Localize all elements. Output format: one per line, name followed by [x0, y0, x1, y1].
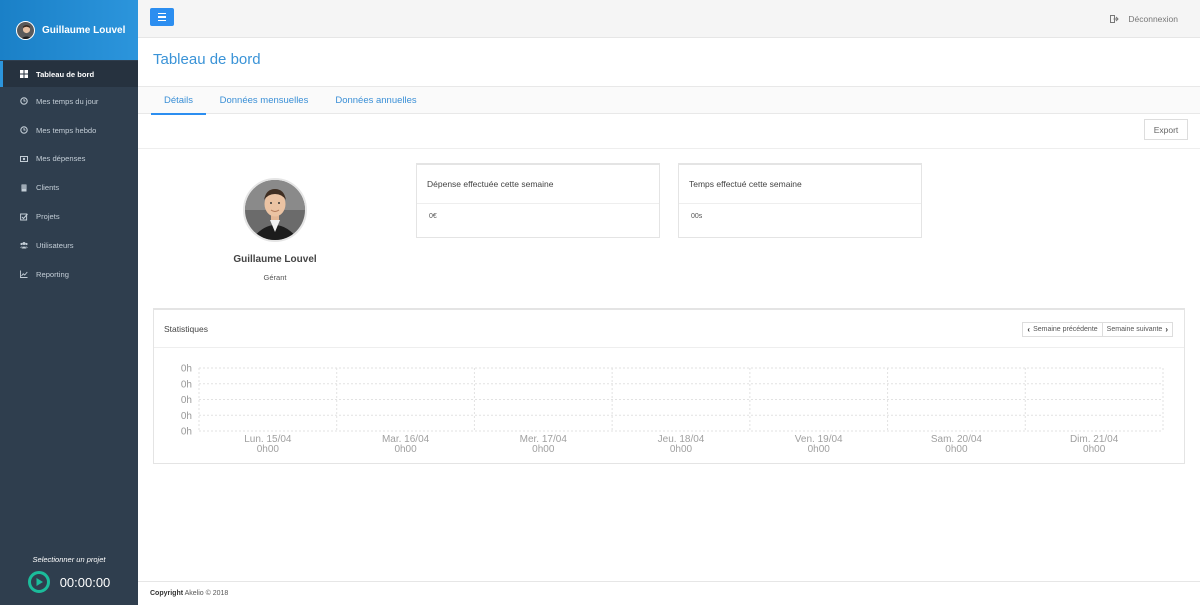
statistics-header: Statistiques ‹ Semaine précédente Semain…: [154, 310, 1184, 348]
dashboard-icon: [20, 70, 28, 78]
hamburger-icon: [158, 16, 166, 18]
sidebar-timer-panel: Selectionner un projet 00:00:00: [0, 555, 138, 593]
profile-name: Guillaume Louvel: [233, 254, 317, 265]
card-title: Temps effectué cette semaine: [679, 165, 921, 204]
previous-week-label: Semaine précédente: [1033, 326, 1098, 333]
users-icon: [20, 242, 28, 249]
statistics-panel: Statistiques ‹ Semaine précédente Semain…: [153, 308, 1185, 464]
sidebar-item-mes-temps-du-jour[interactable]: Mes temps du jour: [0, 87, 138, 116]
next-week-button[interactable]: Semaine suivante ›: [1101, 323, 1172, 336]
project-selector-label[interactable]: Selectionner un projet: [0, 555, 138, 564]
sidebar-nav: Tableau de bord Mes temps du jour Mes te…: [0, 61, 138, 289]
profile-photo: [243, 178, 307, 242]
card-value: 0€: [429, 213, 437, 220]
sign-out-icon: [1110, 15, 1120, 23]
sidebar-item-reporting[interactable]: Reporting: [0, 260, 138, 289]
tab-donnees-mensuelles[interactable]: Données mensuelles: [216, 87, 312, 115]
chevron-right-icon: ›: [1165, 325, 1168, 334]
clock-icon: [20, 126, 28, 134]
money-icon: [20, 155, 28, 162]
chevron-left-icon: ‹: [1027, 325, 1031, 334]
card-weekly-expense: Dépense effectuée cette semaine 0€: [416, 163, 660, 238]
x-value-label: 0h00: [1083, 444, 1106, 455]
topbar: Déconnexion: [138, 0, 1200, 38]
sidebar-user-name: Guillaume Louvel: [42, 24, 126, 36]
card-title: Dépense effectuée cette semaine: [417, 165, 659, 204]
toolbar: Export: [138, 114, 1200, 149]
tabs-bar: Détails Données mensuelles Données annue…: [138, 86, 1200, 115]
play-icon: [36, 578, 43, 586]
clock-icon: [20, 97, 28, 106]
sidebar-item-label: Mes temps hebdo: [36, 125, 97, 135]
tab-donnees-annuelles[interactable]: Données annuelles: [328, 87, 424, 115]
hamburger-icon: [158, 19, 166, 21]
building-icon: [21, 184, 27, 192]
sidebar-item-label: Clients: [36, 183, 60, 193]
sidebar-item-label: Projets: [36, 212, 60, 222]
chart-icon: [20, 270, 28, 279]
x-value-label: 0h00: [945, 444, 968, 455]
checkbox-icon: [20, 213, 28, 221]
export-button[interactable]: Export: [1144, 119, 1188, 140]
y-tick-label: 0h: [181, 379, 192, 390]
sidebar-item-label: Mes dépenses: [36, 154, 86, 164]
sidebar-header: Guillaume Louvel: [0, 0, 138, 60]
y-tick-label: 0h: [181, 395, 192, 406]
y-tick-label: 0h: [181, 427, 192, 438]
footer-copyright-label: Copyright: [150, 590, 184, 597]
menu-toggle-button[interactable]: [150, 8, 174, 26]
timer: 00:00:00: [0, 571, 138, 593]
play-button[interactable]: [27, 571, 50, 593]
week-navigation: ‹ Semaine précédente Semaine suivante ›: [1022, 322, 1173, 337]
logout-button[interactable]: Déconnexion: [1110, 14, 1178, 24]
page-title: Tableau de bord: [153, 51, 261, 68]
sidebar-item-utilisateurs[interactable]: Utilisateurs: [0, 231, 138, 260]
x-value-label: 0h00: [532, 444, 555, 455]
card-value: 00s: [691, 213, 703, 220]
sidebar-item-label: Reporting: [36, 269, 69, 279]
sidebar-item-mes-depenses[interactable]: Mes dépenses: [0, 145, 138, 174]
footer: Copyright Akelio © 2018: [138, 581, 1200, 605]
card-weekly-time: Temps effectué cette semaine 00s: [678, 163, 922, 238]
timer-display: 00:00:00: [59, 574, 111, 590]
sidebar-item-projets[interactable]: Projets: [0, 202, 138, 231]
x-value-label: 0h00: [257, 444, 280, 455]
x-value-label: 0h00: [808, 444, 831, 455]
y-tick-label: 0h: [181, 411, 192, 422]
profile-role: Gérant: [263, 273, 287, 282]
sidebar-item-tableau-de-bord[interactable]: Tableau de bord: [0, 61, 138, 87]
next-week-label: Semaine suivante: [1106, 326, 1163, 333]
statistics-title: Statistiques: [164, 323, 208, 334]
sidebar-item-label: Mes temps du jour: [36, 96, 99, 106]
sidebar-item-label: Utilisateurs: [36, 240, 74, 250]
avatar[interactable]: [16, 20, 35, 40]
logout-label: Déconnexion: [1128, 14, 1178, 24]
sidebar-item-clients[interactable]: Clients: [0, 173, 138, 202]
sidebar-item-label: Tableau de bord: [36, 69, 95, 79]
x-value-label: 0h00: [670, 444, 693, 455]
x-value-label: 0h00: [394, 444, 417, 455]
sidebar: Guillaume Louvel Tableau de bord Mes tem…: [0, 0, 138, 605]
previous-week-button[interactable]: ‹ Semaine précédente: [1023, 323, 1102, 336]
y-tick-label: 0h: [181, 364, 192, 375]
footer-copyright-text: Akelio © 2018: [184, 590, 229, 597]
tab-details[interactable]: Détails: [151, 87, 206, 115]
statistics-chart: 0h0h0h0h0hLun. 15/040h00Mar. 16/040h00Me…: [181, 364, 1164, 455]
hamburger-icon: [158, 13, 166, 15]
sidebar-item-mes-temps-hebdo[interactable]: Mes temps hebdo: [0, 116, 138, 145]
